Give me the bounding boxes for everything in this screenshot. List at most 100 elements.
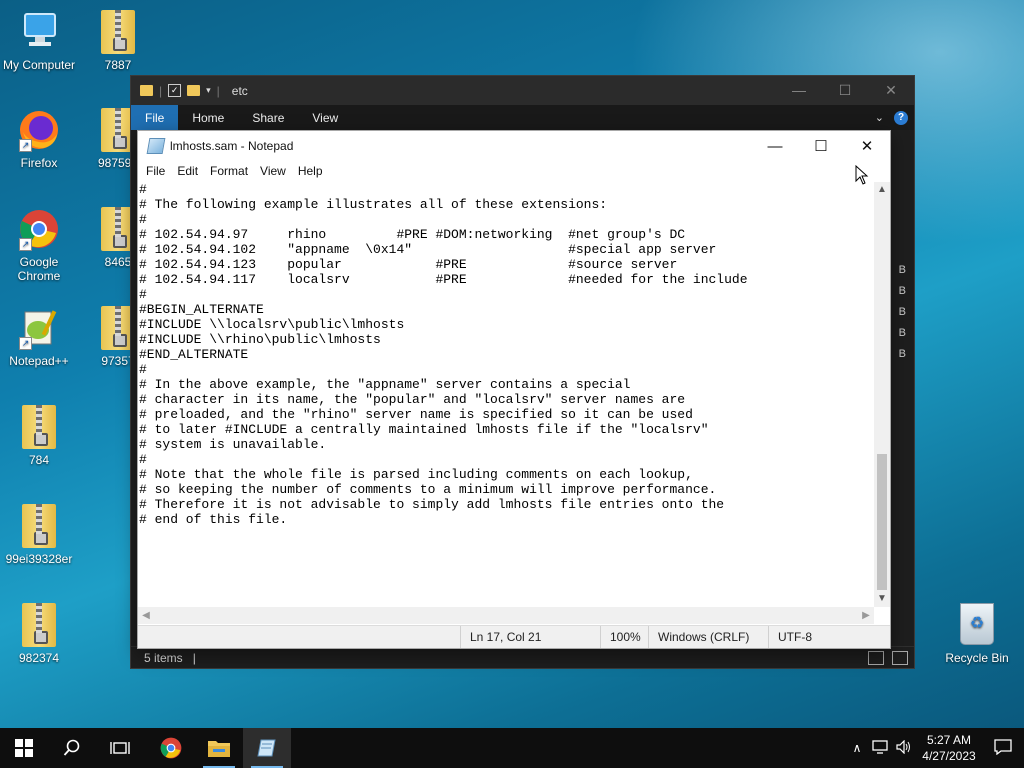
zip-folder-icon	[17, 405, 61, 449]
desktop-icon-recycle-bin[interactable]: Recycle Bin	[940, 603, 1014, 665]
vertical-scrollbar[interactable]: ▲ ▼	[874, 182, 890, 607]
shortcut-arrow-icon: ↗	[19, 337, 32, 350]
shortcut-arrow-icon: ↗	[19, 139, 32, 152]
desktop-icon-982374[interactable]: 982374	[0, 603, 78, 665]
menu-help[interactable]: Help	[292, 164, 329, 178]
desktop-icon-label: 7887	[104, 58, 132, 72]
desktop-icon-7887[interactable]: 7887	[79, 10, 157, 72]
explorer-ribbon: File Home Share View ⌄ ?	[131, 105, 914, 130]
encoding: UTF-8	[768, 626, 878, 648]
desktop-icon-label: Notepad++	[9, 354, 69, 368]
properties-check-icon[interactable]: ✓	[168, 84, 182, 97]
cursor-position: Ln 17, Col 21	[460, 626, 600, 648]
line-ending: Windows (CRLF)	[648, 626, 768, 648]
expand-ribbon-icon[interactable]: ⌄	[875, 111, 884, 124]
help-icon[interactable]: ?	[894, 110, 908, 125]
notepad-text-area[interactable]: # # The following example illustrates al…	[138, 182, 874, 607]
file-size-cell: B	[898, 306, 906, 318]
file-size-cell: B	[898, 285, 906, 297]
details-view-icon[interactable]	[868, 650, 884, 665]
task-view-icon	[110, 742, 130, 754]
desktop-icon-label: 982374	[18, 651, 60, 665]
desktop-icon-notepadpp[interactable]: ↗ Notepad++	[0, 306, 78, 368]
ribbon-tab-view[interactable]: View	[298, 105, 352, 130]
zoom-level: 100%	[600, 626, 655, 648]
computer-icon	[17, 10, 61, 54]
clock[interactable]: 5:27 AM 4/27/2023	[916, 732, 982, 764]
windows-logo-icon	[15, 739, 33, 757]
explorer-status-bar: 5 items |	[131, 646, 914, 668]
ribbon-tab-share[interactable]: Share	[238, 105, 298, 130]
quick-access-toolbar: | ✓ ▾ |	[131, 84, 220, 98]
desktop-icon-google-chrome[interactable]: ↗ Google Chrome	[0, 207, 78, 283]
scroll-up-icon[interactable]: ▲	[874, 182, 890, 198]
explorer-title-bar[interactable]: | ✓ ▾ | etc — ☐ ✕	[131, 76, 914, 105]
size-column: B B B B B	[899, 260, 906, 365]
maximize-icon[interactable]: ☐	[822, 82, 868, 99]
horizontal-scrollbar[interactable]: ◀ ▶	[138, 607, 874, 624]
clock-date: 4/27/2023	[922, 749, 976, 763]
menu-edit[interactable]: Edit	[171, 164, 204, 178]
show-hidden-icons-icon[interactable]: ∧	[846, 741, 868, 755]
menu-file[interactable]: File	[140, 164, 171, 178]
new-folder-icon[interactable]	[187, 85, 201, 96]
notifications-icon[interactable]	[982, 738, 1024, 758]
volume-icon[interactable]	[892, 739, 916, 757]
scroll-left-icon[interactable]: ◀	[138, 607, 154, 624]
ribbon-tab-home[interactable]: Home	[178, 105, 238, 130]
close-icon[interactable]: ✕	[844, 131, 890, 161]
system-tray: ∧ 5:27 AM 4/27/2023	[846, 728, 1024, 768]
desktop-icon-784[interactable]: 784	[0, 405, 78, 467]
notepad-title-bar[interactable]: lmhosts.sam - Notepad — ☐ ✕	[138, 131, 890, 161]
scroll-right-icon[interactable]: ▶	[858, 607, 874, 624]
minimize-icon[interactable]: —	[776, 82, 822, 99]
mouse-cursor-icon	[855, 164, 869, 188]
chrome-icon: ↗	[17, 207, 61, 251]
notepad-icon	[257, 739, 276, 757]
notepad-icon	[146, 138, 166, 154]
task-view-button[interactable]	[96, 728, 144, 768]
firefox-icon: ↗	[17, 108, 61, 152]
taskbar-file-explorer[interactable]	[195, 728, 243, 768]
maximize-icon[interactable]: ☐	[798, 131, 844, 161]
zip-folder-icon	[96, 10, 140, 54]
taskbar-notepad[interactable]	[243, 728, 291, 768]
toolbar-separator: |	[159, 83, 163, 98]
item-count: 5 items	[144, 650, 183, 665]
ribbon-tab-file[interactable]: File	[131, 105, 179, 130]
scroll-thumb[interactable]	[877, 454, 887, 590]
taskbar-chrome[interactable]	[147, 728, 195, 768]
file-size-cell: B	[898, 327, 906, 339]
scroll-down-icon[interactable]: ▼	[874, 591, 890, 607]
customize-dropdown-icon[interactable]: ▾	[206, 85, 211, 96]
network-icon[interactable]	[868, 739, 892, 757]
large-icons-view-icon[interactable]	[892, 650, 908, 665]
start-button[interactable]	[0, 728, 48, 768]
desktop-icon-my-computer[interactable]: My Computer	[0, 10, 78, 72]
toolbar-separator: |	[216, 83, 220, 98]
file-size-cell: B	[898, 348, 906, 360]
shortcut-arrow-icon: ↗	[19, 238, 32, 251]
minimize-icon[interactable]: —	[752, 131, 798, 161]
notepadpp-icon: ↗	[17, 306, 61, 350]
document-text[interactable]: # # The following example illustrates al…	[138, 182, 874, 527]
file-size-cell: B	[898, 264, 906, 276]
notepad-menu-bar: File Edit Format View Help	[138, 161, 890, 181]
taskbar: ∧ 5:27 AM 4/27/2023	[0, 728, 1024, 768]
search-button[interactable]	[48, 728, 96, 768]
menu-format[interactable]: Format	[204, 164, 254, 178]
desktop-icon-99ei39328er[interactable]: 99ei39328er	[0, 504, 78, 566]
clock-time: 5:27 AM	[926, 733, 972, 747]
desktop-icon-label: Firefox	[20, 156, 58, 170]
notepad-window[interactable]: lmhosts.sam - Notepad — ☐ ✕ File Edit Fo…	[137, 130, 891, 649]
folder-icon	[140, 85, 153, 96]
desktop-icon-label: 99ei39328er	[5, 552, 73, 566]
recycle-bin-icon	[960, 603, 994, 645]
menu-view[interactable]: View	[254, 164, 292, 178]
chrome-icon	[160, 737, 182, 759]
desktop-icon-label: Recycle Bin	[945, 651, 1009, 665]
desktop-icon-firefox[interactable]: ↗ Firefox	[0, 108, 78, 170]
desktop-icon-label: 784	[28, 453, 50, 467]
file-explorer-icon	[208, 741, 230, 757]
close-icon[interactable]: ✕	[868, 82, 914, 99]
